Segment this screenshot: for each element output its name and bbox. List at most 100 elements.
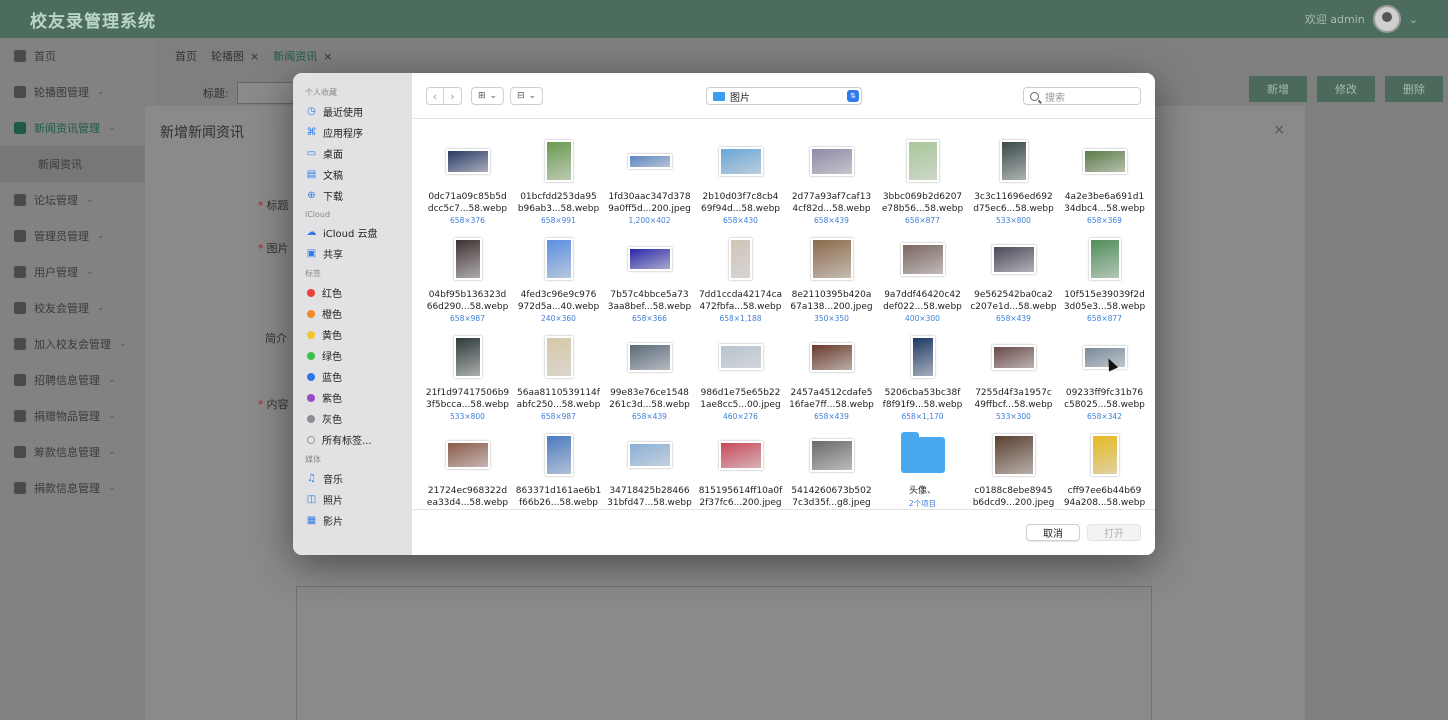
sidebar-item[interactable]: ⊕ 下载 [293, 185, 412, 206]
file-item[interactable]: c0188c8ebe8945 b6dcd9...200.jpeg [968, 425, 1059, 511]
tag-item[interactable]: 蓝色 [293, 366, 412, 387]
file-item[interactable]: 7255d4f3a1957c 49ffbcf...58.webp 533×300 [968, 327, 1059, 425]
file-item[interactable]: 9e562542ba0ca2 c207e1d...58.webp 658×439 [968, 229, 1059, 327]
tag-item[interactable]: 黄色 [293, 324, 412, 345]
sidebar-item[interactable]: ◫ 照片 [293, 489, 412, 510]
tag-label: 红色 [322, 289, 342, 300]
file-item[interactable]: 2d77a93af7caf13 4cf82d...58.webp 658×439 [786, 131, 877, 229]
file-item[interactable]: 3c3c11696ed692 d75ec6...58.webp 533×800 [968, 131, 1059, 229]
file-item[interactable]: 2b10d03f7c8cb4 69f94d...58.webp 658×430 [695, 131, 786, 229]
sidebar-item[interactable]: 招聘信息管理 ⌄ [0, 362, 157, 398]
file-name-line2: 16fae7ff...58.webp [789, 400, 874, 410]
tag-item[interactable]: 红色 [293, 282, 412, 303]
thumbnail-wrap [786, 327, 877, 387]
close-icon[interactable]: × [250, 50, 259, 63]
location-popup[interactable]: 图片 ⇅ [706, 87, 862, 105]
add-button[interactable]: 新增 [1249, 76, 1307, 102]
sidebar-item[interactable]: ▦ 影片 [293, 510, 412, 531]
file-name: 09233ff9fc31b76 c58025...58.webp [1061, 387, 1149, 411]
file-thumbnail [453, 336, 482, 378]
sidebar-item[interactable]: ▭ 桌面 [293, 143, 412, 164]
sidebar-item[interactable]: ◷ 最近使用 [293, 101, 412, 122]
sidebar-item[interactable]: ☁ iCloud 云盘 [293, 222, 412, 243]
chevron-down-icon[interactable]: ⌄ [1409, 13, 1418, 26]
search-field[interactable]: 搜索 [1023, 87, 1141, 105]
file-item[interactable]: 头像、 2个项目 [877, 425, 968, 511]
delete-button[interactable]: 删除 [1385, 76, 1443, 102]
file-item[interactable]: 3bbc069b2d6207 e78b56...58.webp 658×877 [877, 131, 968, 229]
sidebar-item[interactable]: 加入校友会管理 ⌄ [0, 326, 157, 362]
file-item[interactable]: 99e83e76ce1548 261c3d...58.webp 658×439 [604, 327, 695, 425]
tag-item[interactable]: 灰色 [293, 408, 412, 429]
sidebar-item[interactable]: ▤ 文稿 [293, 164, 412, 185]
file-item[interactable]: 4a2e3be6a691d1 34dbc4...58.webp 658×369 [1059, 131, 1150, 229]
cancel-button[interactable]: 取消 [1026, 524, 1080, 541]
sidebar-item[interactable]: ▣ 共享 [293, 243, 412, 264]
file-item[interactable]: 04bf95b136323d 66d290...58.webp 658×987 [422, 229, 513, 327]
sidebar-item[interactable]: 首页 [0, 38, 157, 74]
file-item[interactable]: 56aa8110539114f abfc250...58.webp 658×987 [513, 327, 604, 425]
back-icon[interactable]: ‹ [427, 88, 444, 104]
edit-button[interactable]: 修改 [1317, 76, 1375, 102]
apps-icon: ⌘ [306, 127, 317, 138]
sidebar-item[interactable]: 管理员管理 ⌄ [0, 218, 157, 254]
thumbnail-wrap [604, 327, 695, 387]
sidebar-item[interactable]: ♫ 音乐 [293, 468, 412, 489]
sidebar-item[interactable]: 捐赠物品管理 ⌄ [0, 398, 157, 434]
sidebar-item[interactable]: 新闻资讯管理 ⌄ [0, 110, 157, 146]
sidebar-item[interactable]: 校友会管理 ⌄ [0, 290, 157, 326]
tab[interactable]: 首页 [175, 48, 197, 64]
file-thumbnail [627, 247, 672, 271]
user-area[interactable]: 欢迎 admin ⌄ [1305, 5, 1418, 33]
file-item[interactable]: 34718425b28466 31bfd47...58.webp [604, 425, 695, 511]
tag-item[interactable]: 绿色 [293, 345, 412, 366]
file-item[interactable]: 2457a4512cdafe5 16fae7ff...58.webp 658×439 [786, 327, 877, 425]
icon-view-button[interactable]: ⊞ ⌄ [471, 87, 505, 105]
thumbnail-wrap [968, 131, 1059, 191]
sidebar-item[interactable]: ⌘ 应用程序 [293, 122, 412, 143]
sidebar-item[interactable]: 捐款信息管理 ⌄ [0, 470, 157, 506]
file-name-line2: 94a208...58.webp [1063, 498, 1146, 508]
close-icon[interactable]: × [1273, 122, 1285, 138]
filter-input[interactable] [236, 82, 297, 104]
file-item[interactable]: 7dd1ccda42174ca 472fbfa...58.webp 658×1,18… [695, 229, 786, 327]
file-item[interactable]: 10f515e39039f2d 3d05e3...58.webp 658×877 [1059, 229, 1150, 327]
menu-icon [14, 122, 26, 134]
file-item[interactable]: 5206cba53bc38f f8f91f9...58.webp 658×1,170 [877, 327, 968, 425]
sidebar-item[interactable]: 筹款信息管理 ⌄ [0, 434, 157, 470]
file-item[interactable]: 815195614ff10a0f 2f37fc6...200.jpeg [695, 425, 786, 511]
tag-item[interactable]: 紫色 [293, 387, 412, 408]
filter-label: 标题: [203, 87, 229, 100]
file-item[interactable]: 8e2110395b420a 67a138...200.jpeg 350×350 [786, 229, 877, 327]
file-item[interactable]: 21724ec968322d ea33d4...58.webp [422, 425, 513, 511]
file-item[interactable]: 21f1d97417506b9 3f5bcca...58.webp 533×800 [422, 327, 513, 425]
sidebar-item[interactable]: 轮播图管理 ⌄ [0, 74, 157, 110]
welcome-text: 欢迎 admin [1304, 13, 1365, 26]
file-item[interactable]: 7b57c4bbce5a73 3aa8bef...58.webp 658×366 [604, 229, 695, 327]
forward-icon[interactable]: › [444, 88, 461, 104]
sidebar-item[interactable]: 论坛管理 ⌄ [0, 182, 157, 218]
file-item[interactable]: cff97ee6b44b69 94a208...58.webp [1059, 425, 1150, 511]
file-item[interactable]: 9a7ddf46420c42 def022...58.webp 400×300 [877, 229, 968, 327]
file-item[interactable]: 01bcfdd253da95 b96ab3...58.webp 658×991 [513, 131, 604, 229]
file-item[interactable]: 986d1e75e65b22 1ae8cc5...00.jpeg 460×276 [695, 327, 786, 425]
open-button[interactable]: 打开 [1087, 524, 1141, 541]
file-name: 10f515e39039f2d 3d05e3...58.webp [1061, 289, 1149, 313]
file-item[interactable]: 0dc71a09c85b5d dcc5c7...58.webp 658×376 [422, 131, 513, 229]
sidebar-item[interactable]: 用户管理 ⌄ [0, 254, 157, 290]
sidebar-item[interactable]: 新闻资讯 [0, 146, 157, 182]
tab[interactable]: 新闻资讯 × [273, 48, 332, 64]
file-item[interactable]: 1fd30aac347d378 9a0ff5d...200.jpeg 1,200×4… [604, 131, 695, 229]
close-icon[interactable]: × [323, 50, 332, 63]
file-item[interactable]: 09233ff9fc31b76 c58025...58.webp 658×342 [1059, 327, 1150, 425]
content-editor[interactable] [296, 586, 1152, 720]
file-item[interactable]: 863371d161ae6b1 f66b26...58.webp [513, 425, 604, 511]
file-item[interactable]: 5414260673b502 7c3d35f...g8.jpeg [786, 425, 877, 511]
avatar[interactable] [1372, 5, 1401, 33]
tab[interactable]: 轮播图 × [211, 48, 259, 64]
group-view-button[interactable]: ⊟ ⌄ [510, 87, 544, 105]
tag-item[interactable]: 所有标签... [293, 429, 412, 450]
tag-item[interactable]: 橙色 [293, 303, 412, 324]
file-item[interactable]: 4fed3c96e9c976 972d5a...40.webp 240×360 [513, 229, 604, 327]
file-dimensions: 400×300 [905, 314, 940, 323]
